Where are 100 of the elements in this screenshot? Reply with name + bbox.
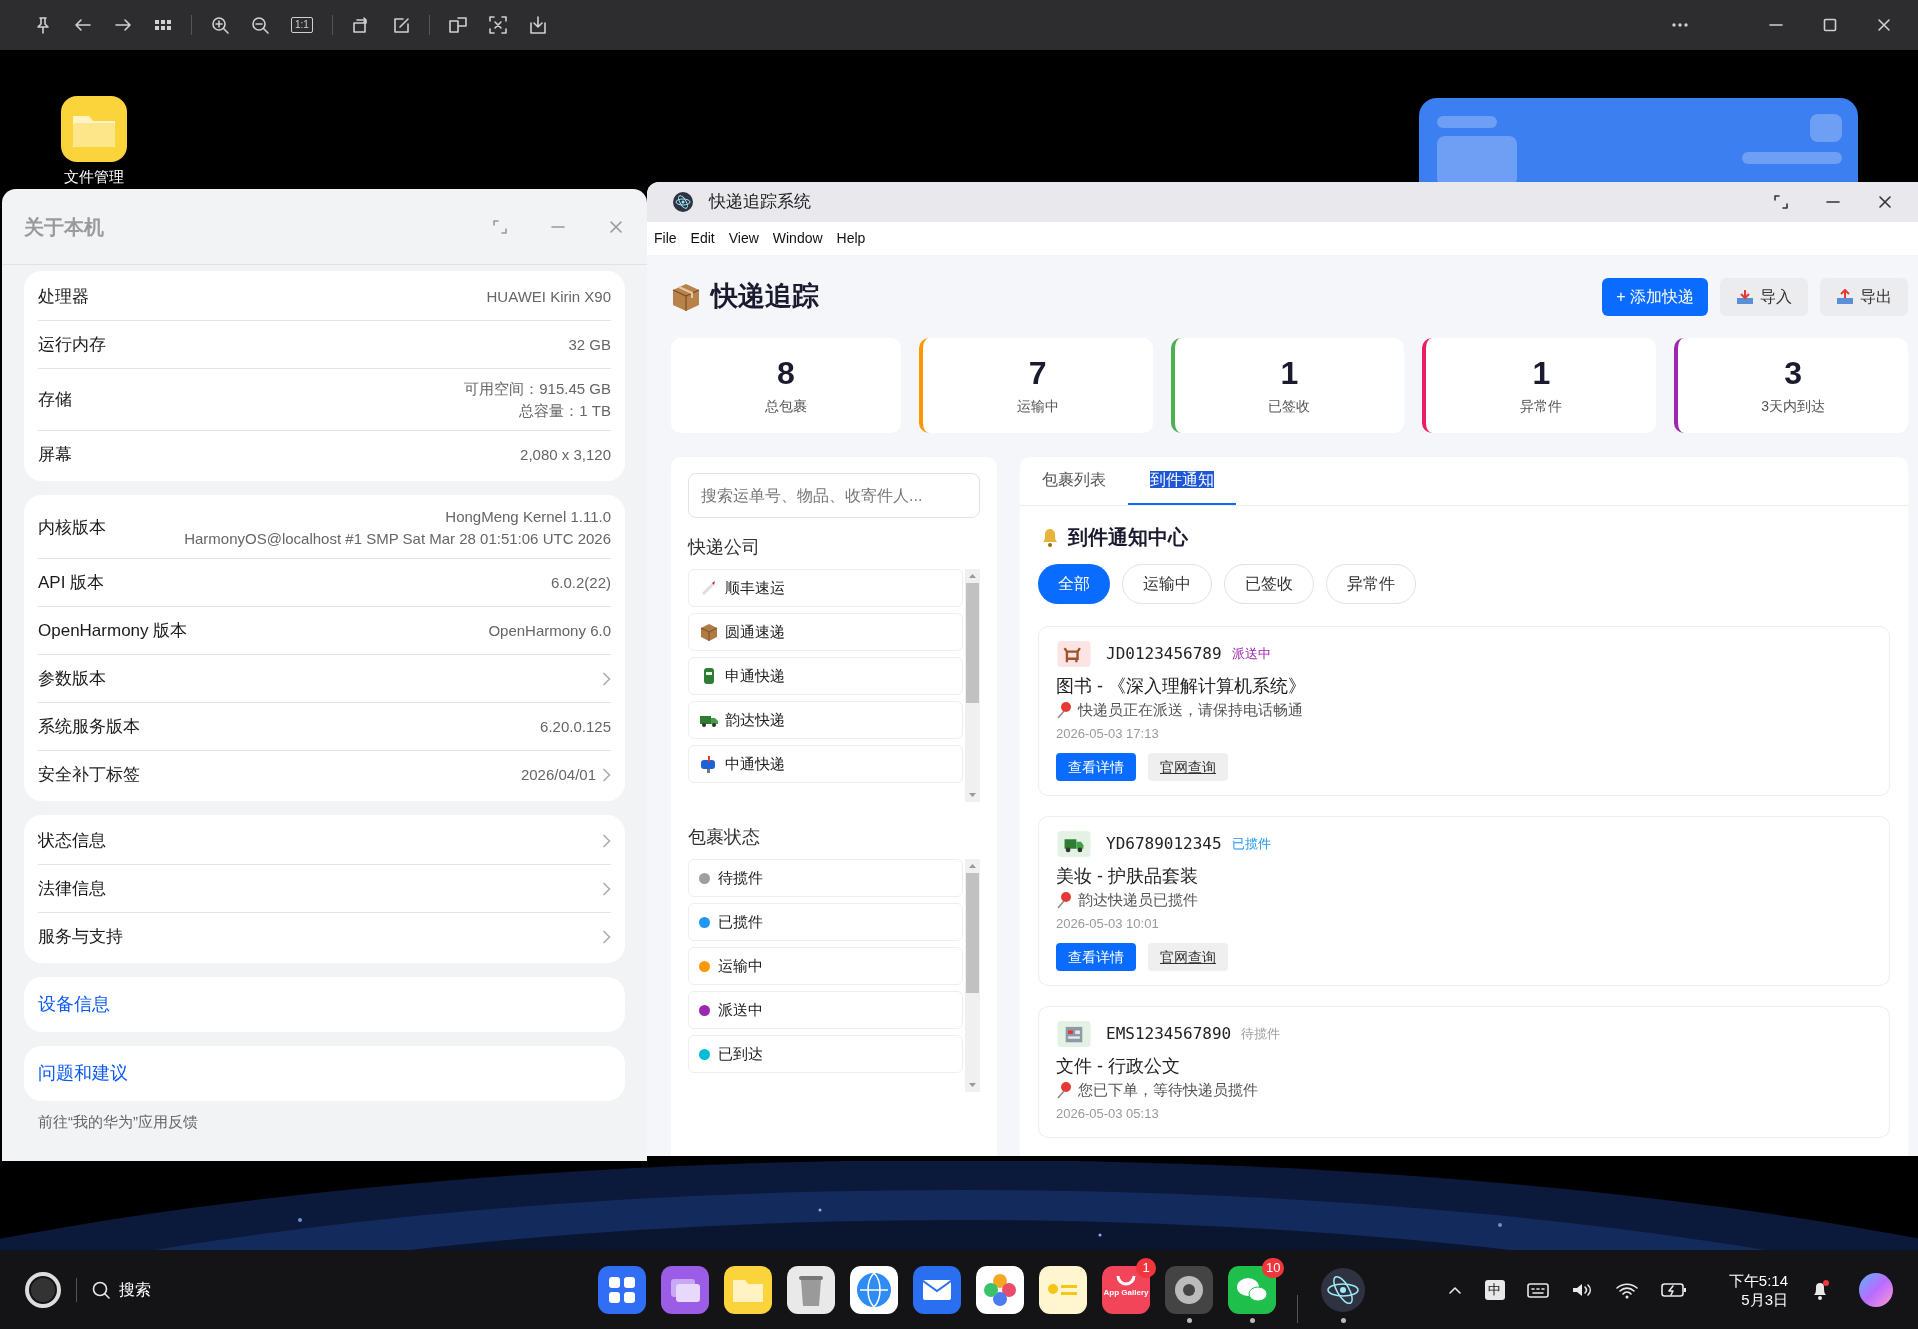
add-button[interactable]: + 添加快递 bbox=[1602, 277, 1708, 316]
battery-icon[interactable] bbox=[1660, 1281, 1687, 1298]
search-button[interactable]: 搜索 bbox=[91, 1277, 151, 1302]
link-card[interactable]: 问题和建议 bbox=[24, 1046, 625, 1101]
setting-label: 内核版本 bbox=[38, 516, 106, 539]
filter-chip[interactable]: 全部 bbox=[1038, 564, 1110, 604]
stat-label: 运输中 bbox=[1016, 397, 1059, 416]
link-card[interactable]: 设备信息 bbox=[24, 977, 625, 1032]
keyboard-icon[interactable] bbox=[1526, 1280, 1549, 1299]
app-icon[interactable] bbox=[913, 1265, 961, 1314]
search-field[interactable]: 搜索运单号、物品、收寄件人... bbox=[688, 473, 980, 518]
app-icon[interactable] bbox=[598, 1265, 646, 1314]
app-icon[interactable] bbox=[661, 1265, 709, 1314]
parcel-title: 图书 - 《深入理解计算机系统》 bbox=[1056, 675, 1307, 698]
folder-icon[interactable] bbox=[61, 96, 127, 162]
stat-value: 7 bbox=[1028, 354, 1047, 392]
maximize-icon[interactable] bbox=[1822, 17, 1838, 33]
menu-item[interactable]: File bbox=[654, 228, 677, 249]
actual-size-button[interactable]: 1:1 bbox=[291, 17, 313, 33]
stat-label: 总包裹 bbox=[764, 397, 807, 416]
notice-message: 快递员正在派送，请保持电话畅通 bbox=[1078, 700, 1303, 720]
website-link[interactable]: 官网查询 bbox=[1148, 943, 1228, 971]
setting-label: 法律信息 bbox=[38, 877, 106, 900]
stat-value: 8 bbox=[777, 354, 795, 392]
status-text: 派送中 bbox=[1231, 645, 1271, 664]
company-item[interactable]: 申通快递 bbox=[688, 657, 963, 695]
pin-icon bbox=[1056, 701, 1072, 720]
status-label: 运输中 bbox=[718, 955, 763, 976]
menu-item[interactable]: Window bbox=[772, 228, 823, 249]
menu-item[interactable]: View bbox=[728, 228, 759, 249]
setting-label: 安全补丁标签 bbox=[38, 764, 140, 787]
clock[interactable]: 下午5:14 5月3日 bbox=[1728, 1270, 1788, 1309]
setting-label: OpenHarmony 版本 bbox=[38, 619, 188, 642]
fullscreen-icon[interactable] bbox=[1774, 195, 1788, 209]
stat-label: 3天内到达 bbox=[1761, 397, 1825, 416]
filter-chip[interactable]: 异常件 bbox=[1326, 564, 1416, 604]
desktop-icon-label[interactable]: 文件管理 bbox=[64, 166, 124, 189]
close-icon[interactable] bbox=[1878, 195, 1892, 209]
filter-chip[interactable]: 已签收 bbox=[1224, 564, 1314, 604]
stat-label: 异常件 bbox=[1520, 397, 1563, 416]
stat-label: 已签收 bbox=[1268, 397, 1311, 416]
tab[interactable]: 到件通知 bbox=[1128, 457, 1236, 505]
section-title: 到件通知中心 bbox=[1068, 525, 1188, 550]
setting-value: 32 GB bbox=[568, 334, 611, 355]
wifi-icon[interactable] bbox=[1614, 1280, 1639, 1299]
window-title: 关于本机 bbox=[24, 214, 104, 240]
zoom-in-icon[interactable] bbox=[210, 15, 230, 35]
website-link[interactable]: 官网查询 bbox=[1148, 753, 1228, 781]
setting-label: 运行内存 bbox=[38, 333, 106, 356]
notification-badge: 1 bbox=[1136, 1257, 1156, 1278]
setting-label: 参数版本 bbox=[38, 667, 106, 690]
app-icon[interactable] bbox=[1319, 1265, 1367, 1314]
company-item[interactable]: 顺丰速运 bbox=[688, 569, 963, 607]
menu-item[interactable]: Help bbox=[836, 228, 866, 249]
app-label: App Gallery bbox=[1102, 1287, 1150, 1297]
details-button[interactable]: 查看详情 bbox=[1056, 943, 1136, 971]
details-button[interactable]: 查看详情 bbox=[1056, 753, 1136, 781]
status-label: 已到达 bbox=[718, 1043, 763, 1064]
app-icon[interactable] bbox=[787, 1265, 835, 1314]
clock-date: 5月3日 bbox=[1741, 1289, 1788, 1309]
app-icon[interactable] bbox=[976, 1265, 1024, 1314]
setting-label: API 版本 bbox=[38, 571, 105, 594]
status-item[interactable]: 已揽件 bbox=[688, 903, 963, 941]
close-icon[interactable] bbox=[1876, 17, 1892, 33]
setting-label: 状态信息 bbox=[38, 829, 106, 852]
company-name: 中通快递 bbox=[725, 753, 785, 774]
app-icon[interactable] bbox=[1165, 1265, 1213, 1314]
app-icon[interactable] bbox=[724, 1265, 772, 1314]
status-item[interactable]: 待揽件 bbox=[688, 859, 963, 897]
setting-label: 服务与支持 bbox=[38, 926, 123, 949]
pin-icon bbox=[1056, 1081, 1072, 1100]
setting-value: 2026/04/01 bbox=[520, 765, 596, 785]
company-item[interactable]: 中通快递 bbox=[688, 745, 963, 783]
input-method-button[interactable]: 中 bbox=[1484, 1279, 1505, 1300]
parcel-icon bbox=[1056, 1021, 1092, 1047]
company-item[interactable]: 韵达快递 bbox=[688, 701, 963, 739]
menu-item[interactable]: Edit bbox=[690, 228, 715, 249]
zoom-out-icon[interactable] bbox=[250, 15, 270, 35]
status-text: 待揽件 bbox=[1241, 1025, 1281, 1044]
status-item[interactable]: 运输中 bbox=[688, 947, 963, 985]
parcel-title: 美妆 - 护肤品套装 bbox=[1056, 865, 1199, 888]
status-item[interactable]: 已到达 bbox=[688, 1035, 963, 1073]
app-icon[interactable] bbox=[850, 1265, 898, 1314]
filter-chip[interactable]: 运输中 bbox=[1122, 564, 1212, 604]
download-icon[interactable] bbox=[527, 15, 548, 35]
status-item[interactable]: 派送中 bbox=[688, 991, 963, 1029]
company-item[interactable]: 圆通速递 bbox=[688, 613, 963, 651]
setting-label: 存储 bbox=[38, 388, 72, 411]
scan-icon[interactable] bbox=[487, 15, 508, 35]
company-name: 圆通速递 bbox=[725, 621, 785, 642]
export-button[interactable]: 导出 bbox=[1820, 277, 1908, 316]
tab[interactable]: 包裹列表 bbox=[1020, 457, 1128, 505]
app-icon[interactable] bbox=[1039, 1265, 1087, 1314]
import-button[interactable]: 导入 bbox=[1720, 277, 1808, 316]
notice-message: 您已下单，等待快递员揽件 bbox=[1078, 1080, 1258, 1100]
search-icon bbox=[91, 1279, 111, 1300]
start-icon[interactable] bbox=[24, 1270, 62, 1309]
assistant-icon[interactable] bbox=[1858, 1271, 1894, 1308]
setting-value: 6.0.2(22) bbox=[550, 572, 611, 593]
company-name: 顺丰速运 bbox=[725, 577, 785, 598]
